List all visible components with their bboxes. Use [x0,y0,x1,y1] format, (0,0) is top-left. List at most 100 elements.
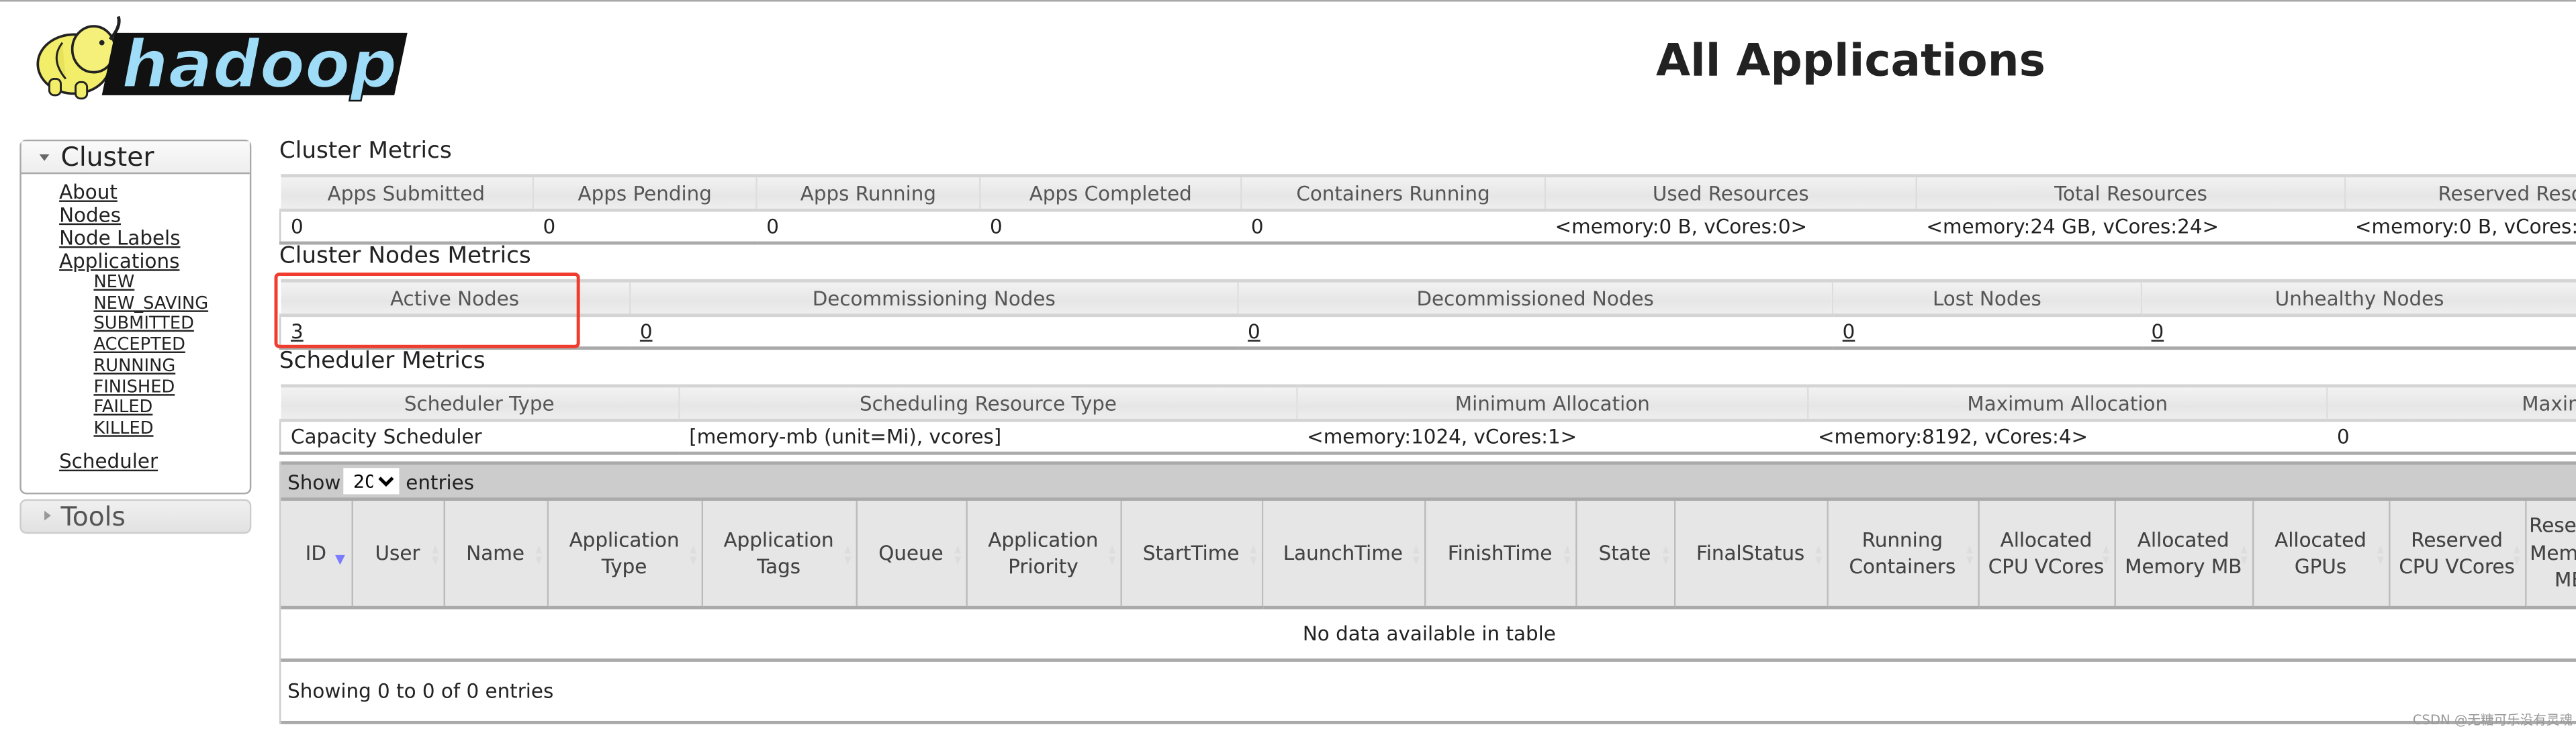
sort-icon [689,545,697,565]
sort-icon [1412,545,1420,565]
col-application-type[interactable]: Application Type [546,501,702,609]
sort-icon [431,545,439,565]
applications-table-wrapper: Show 20 entries ID User Name Application… [279,461,2576,724]
app-state-links: NEW NEW_SAVING SUBMITTED ACCEPTED RUNNIN… [59,273,208,440]
cluster-nodes-metrics-table: Active Nodes Decommissioning Nodes Decom… [279,279,2576,350]
col-decommissioning-nodes: Decommissioning Nodes [629,279,1238,317]
col-allocated-gpus[interactable]: Allocated GPUs [2251,501,2389,609]
entries-label: entries [406,471,475,495]
hadoop-logo[interactable]: hadoop [19,10,424,112]
sort-icon [2512,545,2521,565]
col-queue[interactable]: Queue [855,501,966,609]
col-reserved-memory-mb[interactable]: Reserved Memory MB [2524,501,2576,609]
sort-icon [1661,545,1670,565]
col-used-resources: Used Resources [1544,174,1917,212]
applications-header-row: ID User Name Application Type Applicatio… [281,501,2576,609]
app-state-finished[interactable]: FINISHED [93,377,208,397]
maximum-allocation-value: <memory:8192, vCores:4> [1808,420,2328,455]
cluster-accordion-header[interactable]: Cluster [21,141,250,175]
sort-icon [1563,545,1571,565]
caret-down-icon [39,154,50,161]
app-state-failed[interactable]: FAILED [93,398,208,419]
col-total-resources: Total Resources [1915,174,2346,212]
sidebar-item-node-labels[interactable]: Node Labels [59,227,208,250]
cluster-nav: About Nodes Node Labels Applications NEW… [59,181,208,473]
col-unhealthy-nodes: Unhealthy Nodes [2140,279,2576,317]
sort-icon [843,545,852,565]
cluster-label: Cluster [60,141,154,173]
col-final-status[interactable]: FinalStatus [1673,501,1827,609]
used-resources-value: <memory:0 B, vCores:0> [1545,210,1917,245]
unhealthy-nodes-link[interactable]: 0 [2152,320,2164,343]
scheduler-type-value: Capacity Scheduler [279,420,680,455]
page-title: All Applications [1655,36,2045,87]
col-user[interactable]: User [351,501,444,609]
col-apps-running: Apps Running [755,174,980,212]
sidebar-item-scheduler[interactable]: Scheduler [59,449,208,472]
minimum-allocation-value: <memory:1024, vCores:1> [1297,420,1808,455]
sort-icon [2240,545,2248,565]
tools-accordion-header[interactable]: Tools [19,499,252,534]
sort-icon [954,545,962,565]
watermark: CSDN @无糖可乐没有灵魂 [2412,712,2573,728]
sort-icon [1966,545,1974,565]
app-state-new-saving[interactable]: NEW_SAVING [93,293,208,314]
col-apps-completed: Apps Completed [979,174,1242,212]
sidebar-item-about[interactable]: About [59,181,208,203]
show-label: Show [287,471,341,495]
app-state-accepted[interactable]: ACCEPTED [93,335,208,356]
cluster-metrics-values-row: 0 0 0 0 0 <memory:0 B, vCores:0> <memory… [279,210,2576,245]
entries-per-page-select[interactable]: 20 [343,468,400,495]
col-application-priority[interactable]: Application Priority [965,501,1121,609]
applications-table: ID User Name Application Type Applicatio… [281,501,2576,609]
col-running-containers[interactable]: Running Containers [1826,501,1978,609]
elephant-logo-icon: hadoop [36,15,408,104]
sort-icon [1249,545,1257,565]
app-state-submitted[interactable]: SUBMITTED [93,314,208,335]
col-reserved-cpu-vcores[interactable]: Reserved CPU VCores [2387,501,2526,609]
sidebar-cluster-panel: Cluster About Nodes Node Labels Applicat… [19,139,252,495]
col-scheduler-type: Scheduler Type [280,384,680,422]
app-state-running[interactable]: RUNNING [93,356,208,377]
col-scheduling-resource-type: Scheduling Resource Type [678,384,1297,422]
app-state-killed[interactable]: KILLED [93,419,208,440]
scheduler-metrics-title: Scheduler Metrics [279,348,486,375]
containers-running-value: 0 [1241,210,1545,245]
col-finish-time[interactable]: FinishTime [1423,501,1576,609]
scheduler-metrics-header-row: Scheduler Type Scheduling Resource Type … [280,384,2576,422]
cluster-metrics-header-row: Apps Submitted Apps Pending Apps Running… [280,174,2576,212]
col-max-cluster-app-priority: Maximum Cluster Application Priority [2326,384,2576,422]
sort-icon [1108,545,1116,565]
apps-completed-value: 0 [980,210,1242,245]
sidebar-item-nodes[interactable]: Nodes [59,203,208,226]
col-lost-nodes: Lost Nodes [1831,279,2142,317]
apps-running-value: 0 [756,210,980,245]
app-state-new[interactable]: NEW [93,273,208,293]
col-allocated-cpu-vcores[interactable]: Allocated CPU VCores [1977,501,2115,609]
col-application-tags[interactable]: Application Tags [700,501,856,609]
cluster-nodes-metrics-title: Cluster Nodes Metrics [279,243,531,270]
decommissioning-nodes-link[interactable]: 0 [640,320,653,343]
sort-icon [1814,545,1823,565]
annotation-highlight-box [274,273,580,348]
col-allocated-memory-mb[interactable]: Allocated Memory MB [2113,501,2253,609]
svg-text:hadoop: hadoop [122,27,397,103]
sort-icon [535,545,543,565]
col-start-time[interactable]: StartTime [1119,501,1262,609]
col-state[interactable]: State [1574,501,1674,609]
page: hadoop All Applications Cluster About No… [0,0,2576,732]
col-apps-submitted: Apps Submitted [280,174,533,212]
total-resources-value: <memory:24 GB, vCores:24> [1916,210,2346,245]
col-name[interactable]: Name [443,501,547,609]
col-decommissioned-nodes: Decommissioned Nodes [1237,279,1833,317]
sort-descending-icon [334,554,344,565]
sort-icon [2102,545,2110,565]
entries-length-control: Show 20 entries [281,461,2576,501]
col-id[interactable]: ID [281,501,352,609]
decommissioned-nodes-link[interactable]: 0 [1248,320,1260,343]
col-launch-time[interactable]: LaunchTime [1260,501,1425,609]
scheduler-metrics-table: Scheduler Type Scheduling Resource Type … [279,384,2576,455]
sidebar-item-applications[interactable]: Applications [59,250,208,273]
scheduler-metrics-values-row: Capacity Scheduler [memory-mb (unit=Mi),… [279,420,2576,455]
lost-nodes-link[interactable]: 0 [1843,320,1855,343]
